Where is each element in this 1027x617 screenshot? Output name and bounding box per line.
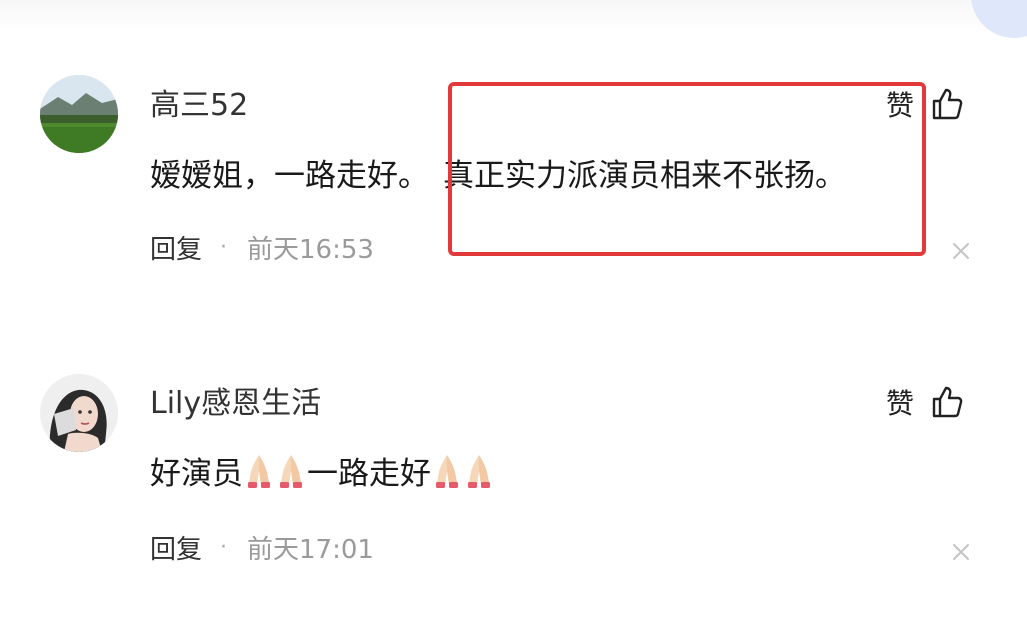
username[interactable]: Lily感恩生活 (150, 378, 321, 422)
thumbs-up-icon (932, 386, 963, 418)
comment-meta: 回复 · 前天16:53 (150, 229, 374, 266)
comment-text: 好演员 (150, 456, 243, 492)
comment-list-page: 高三52 赞 嫒嫒姐，一路走好。 真正实力派演员相来不张扬。 回复 · 前天16:… (0, 0, 1027, 617)
highlight-annotation-box (448, 82, 926, 256)
comment-text: 嫒嫒姐，一路走好。 (150, 158, 429, 194)
folded-hands-icon (280, 454, 302, 488)
meta-separator: · (220, 235, 228, 260)
timestamp: 前天17:01 (247, 535, 374, 565)
comment-item: Lily感恩生活 赞 好演员 一路走好 回复 · 前天17:01 (0, 300, 1027, 617)
close-icon[interactable] (951, 241, 971, 261)
folded-hands-icon (436, 454, 458, 488)
like-label: 赞 (886, 387, 915, 420)
username[interactable]: 高三52 (150, 80, 248, 124)
folded-hands-icon (248, 454, 270, 488)
landscape-avatar-icon[interactable] (40, 75, 118, 153)
comment-text: 一路走好 (307, 456, 431, 492)
like-button[interactable]: 赞 (886, 382, 964, 422)
comment-meta: 回复 · 前天17:01 (150, 529, 374, 566)
comment-content: 好演员 一路走好 (150, 448, 495, 493)
thumbs-up-icon (932, 88, 963, 120)
meta-separator: · (220, 535, 228, 560)
close-icon[interactable] (951, 542, 971, 562)
timestamp: 前天16:53 (247, 235, 374, 265)
folded-hands-icon (468, 454, 490, 488)
portrait-avatar-icon[interactable] (40, 374, 118, 452)
reply-button[interactable]: 回复 (150, 529, 202, 566)
reply-button[interactable]: 回复 (150, 229, 202, 266)
